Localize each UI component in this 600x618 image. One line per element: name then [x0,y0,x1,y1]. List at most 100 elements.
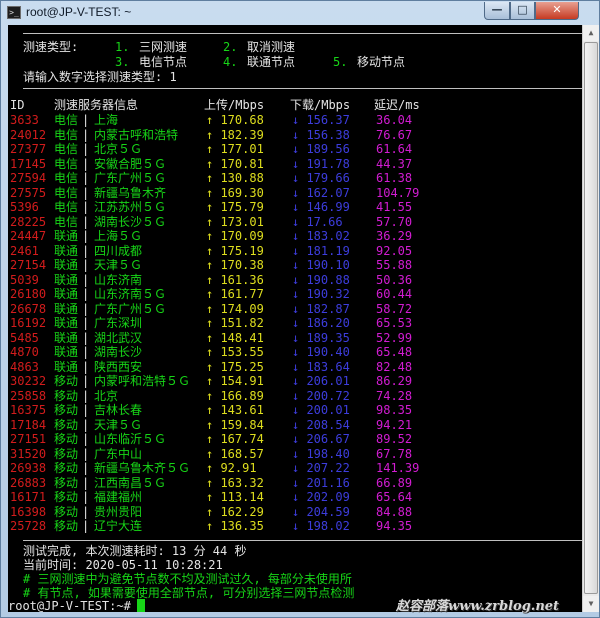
row-id: 16171 [10,490,47,504]
header-download: 下载/Mbps [290,98,351,112]
row-separator: | [82,127,90,142]
row-isp: 联通 [54,345,79,359]
row-download: ↓ 182.87 [292,301,350,316]
row-id: 24447 [10,229,47,243]
row-isp: 移动 [54,490,79,504]
row-separator: | [82,171,90,185]
row-download: ↓ 181.19 [292,243,350,258]
menu-option-key: 4. [223,55,238,69]
row-separator: | [82,113,90,127]
table-row: 26678 联通 | 广东广州５Ｇ ↑ 174.09 ↓ 182.87 58.72 [10,302,580,317]
title-bar[interactable]: >_ root@JP-V-TEST: ~ — □ ✕ [1,1,599,25]
window-title: root@JP-V-TEST: ~ [26,5,132,19]
table-row: 5396 电信 | 江苏苏州５Ｇ ↑ 175.79 ↓ 146.99 41.55 [10,200,580,215]
row-isp: 移动 [54,432,79,446]
row-id: 31520 [10,446,47,461]
terminal-icon[interactable]: >_ [7,6,21,19]
table-row: 28225 电信 | 湖南长沙５Ｇ ↑ 173.01 ↓ 17.66 57.70 [10,215,580,230]
row-isp: 移动 [54,504,79,519]
row-separator: | [82,345,90,359]
row-separator: | [82,504,90,519]
row-location: 北京５Ｇ [94,142,143,156]
row-location: 贵州贵阳 [94,504,143,519]
row-location: 安徽合肥５Ｇ [94,156,167,171]
row-id: 17184 [10,417,47,432]
row-separator: | [82,156,90,171]
row-isp: 电信 [54,200,79,214]
menu-option-label: 取消测速 [247,40,296,54]
row-upload: ↑ 169.30 [206,185,264,200]
table-row: 2461 联通 | 四川成都 ↑ 175.19 ↓ 181.19 92.05 [10,244,580,259]
row-separator: | [82,316,90,330]
row-isp: 联通 [54,330,79,345]
row-isp: 移动 [54,461,79,475]
results-table: 3633 电信 | 上海 ↑ 170.68 ↓ 156.37 36.04 24012 电信 | 内蒙… [10,113,580,534]
menu-prompt: 请输入数字选择测速类型: 1 [23,70,177,84]
table-row: 24012 电信 | 内蒙古呼和浩特 ↑ 182.39 ↓ 156.38 76.67 [10,128,580,143]
scroll-up-arrow-icon[interactable]: ▲ [583,25,599,41]
row-id: 27154 [10,258,47,272]
row-isp: 移动 [54,374,79,388]
row-isp: 移动 [54,403,79,417]
row-download: ↓ 206.01 [292,374,350,388]
row-separator: | [82,359,90,374]
scroll-thumb[interactable] [584,42,598,594]
row-id: 26938 [10,461,47,475]
row-id: 16192 [10,316,47,330]
row-download: ↓ 201.16 [292,475,350,490]
row-download: ↓ 200.72 [292,388,350,403]
maximize-button[interactable]: □ [510,2,535,20]
row-separator: | [82,388,90,403]
row-id: 4870 [10,345,39,359]
row-upload: ↑ 162.29 [206,504,264,519]
table-row: 16192 联通 | 广东深圳 ↑ 151.82 ↓ 186.20 65.53 [10,316,580,331]
table-row: 16171 移动 | 福建福州 ↑ 113.14 ↓ 202.09 65.64 [10,490,580,505]
row-upload: ↑ 182.39 [206,127,264,142]
row-upload: ↑ 170.09 [206,229,264,243]
row-location: 四川成都 [94,243,143,258]
row-location: 湖南长沙 [94,345,143,359]
row-download: ↓ 189.56 [292,142,350,156]
row-id: 5396 [10,200,39,214]
row-upload: ↑ 170.38 [206,258,264,272]
row-location: 天津５Ｇ [94,258,143,272]
row-location: 山东济南 [94,272,143,287]
row-download: ↓ 17.66 [292,214,343,229]
row-separator: | [82,475,90,490]
close-button[interactable]: ✕ [535,2,579,20]
row-separator: | [82,417,90,432]
table-row: 25728 移动 | 辽宁大连 ↑ 136.35 ↓ 198.02 94.35 [10,519,580,534]
row-download: ↓ 198.40 [292,446,350,461]
separator-line [23,33,582,34]
row-upload: ↑ 143.61 [206,403,264,417]
table-row: 27594 电信 | 广东广州５Ｇ ↑ 130.88 ↓ 179.66 61.38 [10,171,580,186]
terminal-output[interactable]: 测速类型: 1. 三网测速 2. 取消测速 3. 电信节点 4. 联通节点 5.… [8,25,582,612]
vertical-scrollbar[interactable]: ▲ ▼ [582,25,599,612]
row-location: 新疆乌鲁木齐 [94,185,167,200]
row-latency: 98.35 [376,403,413,417]
table-row: 16375 移动 | 吉林长春 ↑ 143.61 ↓ 200.01 98.35 [10,403,580,418]
row-id: 30232 [10,374,47,388]
row-location: 山东临沂５Ｇ [94,432,167,446]
row-location: 新疆乌鲁木齐５Ｇ [94,461,191,475]
row-upload: ↑ 166.89 [206,388,264,403]
scroll-down-arrow-icon[interactable]: ▼ [583,596,599,612]
row-location: 广东深圳 [94,316,143,330]
row-latency: 60.44 [376,287,413,301]
table-row: 5485 联通 | 湖北武汉 ↑ 148.41 ↓ 189.35 52.99 [10,331,580,346]
row-location: 湖北武汉 [94,330,143,345]
row-upload: ↑ 151.82 [206,316,264,330]
row-download: ↓ 190.88 [292,272,350,287]
row-upload: ↑ 170.68 [206,113,264,127]
row-latency: 36.04 [376,113,413,127]
row-separator: | [82,490,90,504]
minimize-button[interactable]: — [484,2,510,20]
row-latency: 52.99 [376,330,413,345]
row-location: 广东广州５Ｇ [94,301,167,316]
menu-option-key: 3. [115,55,130,69]
menu-option-label: 移动节点 [357,55,406,69]
row-id: 16398 [10,504,47,519]
menu-option-label: 电信节点 [139,55,188,69]
row-upload: ↑ 153.55 [206,345,264,359]
text-cursor[interactable] [137,599,145,612]
